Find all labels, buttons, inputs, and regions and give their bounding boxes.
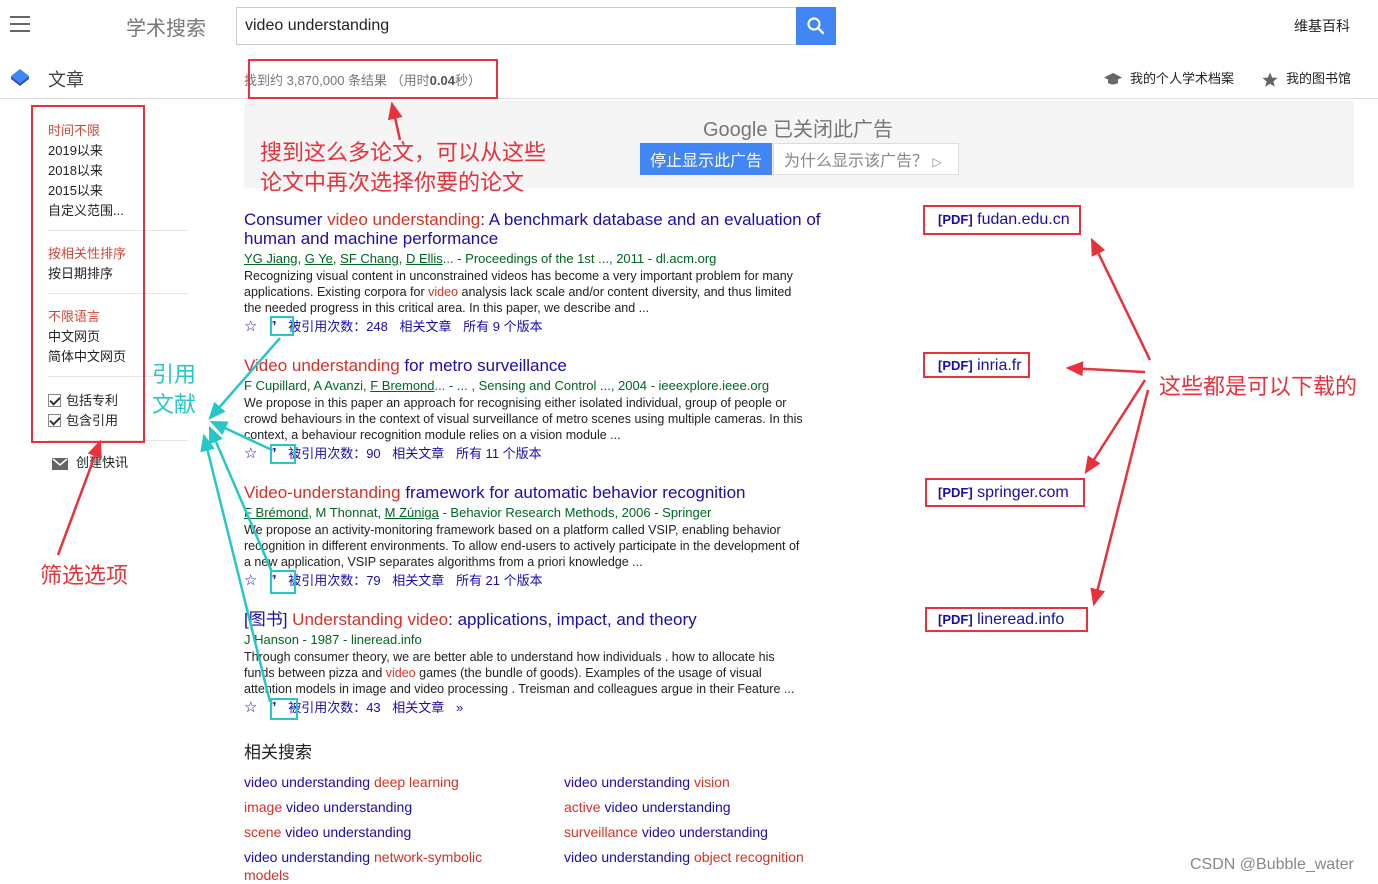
result-actions: ☆ ” 被引用次数：43 相关文章 »	[244, 698, 844, 717]
annotation-box-cite	[270, 570, 296, 594]
annotation-box-cite	[270, 444, 296, 464]
graduation-cap-icon	[1104, 72, 1122, 85]
annotation-box-cite	[270, 698, 298, 720]
all-versions-link[interactable]: 所有 9 个版本	[463, 318, 542, 336]
annotation-note-pdf: 这些都是可以下载的	[1159, 375, 1358, 400]
articles-icon	[11, 69, 29, 86]
search-result: [图书] Understanding video: applications, …	[244, 610, 844, 717]
result-meta: J Hanson - 1987 - lineread.info	[244, 632, 422, 647]
author-link[interactable]: YG Jiang	[244, 251, 297, 266]
star-icon	[1262, 72, 1278, 87]
related-searches-title: 相关搜索	[244, 743, 312, 762]
watermark: CSDN @Bubble_water	[1190, 856, 1354, 873]
result-snippet: Through consumer theory, we are better a…	[244, 650, 795, 696]
result-snippet: We propose an activity-monitoring framew…	[244, 523, 800, 569]
search-result: Video-understanding framework for automa…	[244, 483, 844, 590]
result-snippet: Recognizing visual content in unconstrai…	[244, 269, 793, 315]
why-ad-button[interactable]: 为什么显示该广告？ ▷	[773, 143, 959, 175]
related-search-link[interactable]: video understanding vision	[564, 773, 834, 791]
result-actions: ☆ ” 被引用次数：90 相关文章 所有 11 个版本	[244, 444, 844, 463]
annotation-box-results-count	[248, 59, 498, 99]
annotation-note-filters: 筛选选项	[40, 564, 129, 589]
all-versions-link[interactable]: 所有 21 个版本	[456, 572, 543, 590]
author-link[interactable]: D Ellis	[406, 251, 443, 266]
cited-by-link[interactable]: 被引用次数：90	[288, 445, 380, 463]
related-search-link[interactable]: scene video understanding	[244, 823, 514, 841]
stop-ad-button[interactable]: 停止显示此广告	[640, 143, 772, 175]
related-search-link[interactable]: video understanding object recognition	[564, 848, 834, 866]
top-header: 学术搜索 维基百科	[0, 0, 1378, 56]
related-search-link[interactable]: image video understanding	[244, 798, 514, 816]
save-star-icon[interactable]: ☆	[244, 699, 257, 717]
save-star-icon[interactable]: ☆	[244, 572, 257, 590]
annotation-box-pdf	[923, 205, 1081, 235]
annotation-box-cite	[270, 316, 294, 336]
save-star-icon[interactable]: ☆	[244, 318, 257, 336]
scholar-logo[interactable]: 学术搜索	[126, 12, 206, 41]
menu-icon[interactable]	[10, 16, 30, 32]
more-chevron-icon[interactable]: »	[456, 699, 463, 717]
result-actions: ☆ ” 被引用次数：248 相关文章 所有 9 个版本	[244, 317, 844, 336]
related-articles-link[interactable]: 相关文章	[400, 318, 452, 336]
all-versions-link[interactable]: 所有 11 个版本	[456, 445, 542, 463]
search-icon	[807, 17, 825, 35]
related-search-link[interactable]: video understanding deep learning	[244, 773, 514, 791]
result-meta: F Cupillard, A Avanzi, F Bremond... - ..…	[244, 378, 770, 393]
create-alert-link[interactable]: 创建快讯	[52, 452, 128, 471]
annotation-note-results: 搜到这么多论文，可以从这些 论文中再次选择你要的论文	[260, 141, 547, 196]
related-articles-link[interactable]: 相关文章	[392, 572, 444, 590]
author-link[interactable]: SF Chang	[340, 251, 399, 266]
result-title[interactable]: Video-understanding framework for automa…	[244, 483, 844, 502]
annotation-box-pdf	[925, 607, 1088, 632]
mail-icon	[52, 457, 68, 470]
play-icon: ▷	[932, 155, 942, 169]
search-box	[236, 7, 798, 45]
search-result: Consumer video understanding: A benchmar…	[244, 210, 844, 336]
annotation-note-cite: 引用 文献	[152, 363, 197, 418]
author-link[interactable]: G Ye	[305, 251, 333, 266]
annotation-box-filters	[31, 105, 145, 443]
search-button[interactable]	[796, 7, 836, 45]
author-link[interactable]: F Brémond	[244, 505, 308, 520]
wiki-link[interactable]: 维基百科	[1294, 16, 1350, 36]
articles-label[interactable]: 文章	[48, 66, 84, 92]
search-result: Video understanding for metro surveillan…	[244, 356, 844, 463]
cited-by-link[interactable]: 被引用次数：248	[288, 318, 388, 336]
my-profile-link[interactable]: 我的个人学术档案	[1104, 68, 1234, 87]
result-meta: YG Jiang, G Ye, SF Chang, D Ellis... - P…	[244, 251, 717, 266]
result-meta: F Brémond, M Thonnat, M Zúniga - Behavio…	[244, 505, 712, 520]
related-search-link[interactable]: active video understanding	[564, 798, 834, 816]
ad-closed-title: Google 已关闭此广告	[703, 119, 894, 141]
annotation-box-pdf	[923, 352, 1030, 378]
annotation-box-pdf	[925, 478, 1085, 507]
result-title[interactable]: [图书] Understanding video: applications, …	[244, 610, 844, 629]
sub-bar: 文章 找到约 3,870,000 条结果 （用时0.04秒） 我的个人学术档案 …	[0, 56, 1378, 99]
related-articles-link[interactable]: 相关文章	[392, 445, 444, 463]
save-star-icon[interactable]: ☆	[244, 445, 257, 463]
cited-by-link[interactable]: 被引用次数：79	[288, 572, 380, 590]
my-library-link[interactable]: 我的图书馆	[1262, 68, 1351, 88]
result-snippet: We propose in this paper an approach for…	[244, 396, 803, 442]
search-input[interactable]	[245, 8, 785, 44]
related-search-link[interactable]: surveillance video understanding	[564, 823, 834, 841]
result-title[interactable]: Video understanding for metro surveillan…	[244, 356, 844, 375]
cited-by-link[interactable]: 被引用次数：43	[288, 699, 380, 717]
author-link[interactable]: F Bremond	[370, 378, 434, 393]
result-actions: ☆ ” 被引用次数：79 相关文章 所有 21 个版本	[244, 571, 844, 590]
related-articles-link[interactable]: 相关文章	[392, 699, 444, 717]
author-link[interactable]: M Zúniga	[385, 505, 439, 520]
related-search-link[interactable]: video understanding network-symbolic mod…	[244, 848, 504, 884]
result-title[interactable]: Consumer video understanding: A benchmar…	[244, 210, 844, 248]
